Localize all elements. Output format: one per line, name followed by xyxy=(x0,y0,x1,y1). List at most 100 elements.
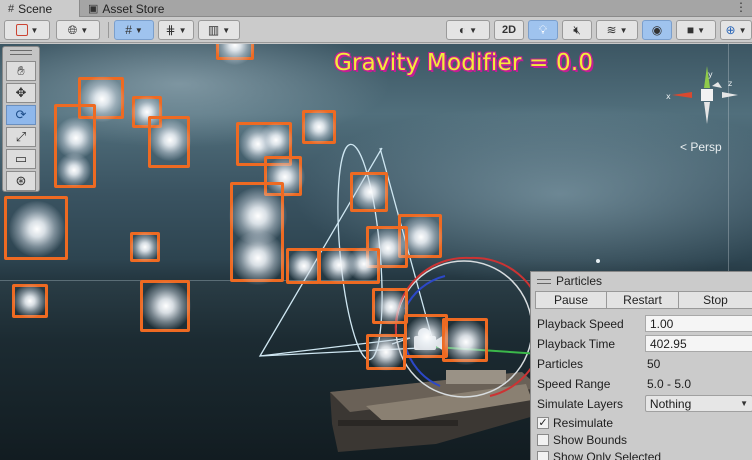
grid-snap-icon: # xyxy=(125,23,132,37)
move-tool-button[interactable]: ✥ xyxy=(6,83,36,103)
show-only-selected-row: Show Only Selected xyxy=(537,448,752,460)
audio-toggle[interactable]: 🔇︎ xyxy=(562,20,592,40)
chevron-down-icon: ▼ xyxy=(469,25,478,35)
particles-panel: Particles Pause Restart Stop Playback Sp… xyxy=(530,271,752,460)
rotate-tool-button[interactable]: ⟳ xyxy=(6,105,36,125)
checkmark-icon: ✓ xyxy=(538,416,548,429)
transform-tool-button[interactable]: ⊛ xyxy=(6,171,36,191)
chevron-down-icon: ▼ xyxy=(222,25,231,35)
globe-icon: 🌐︎ xyxy=(67,23,78,37)
simulate-layers-value: Nothing xyxy=(649,396,692,411)
particles-panel-title: Particles xyxy=(556,274,603,288)
scene-toolbar: ▼ 🌐︎ ▼ # ▼ ⋕ ▼ ▥ ▼ ◐ ▼ 2D 💡︎ 🔇︎ ≋ ▼ ◉ ■ ▼ ⊕ ▼ xyxy=(0,17,752,43)
tab-menu-button[interactable]: ⋮ xyxy=(735,0,748,14)
chevron-down-icon: ▼ xyxy=(30,25,39,35)
particle xyxy=(302,110,336,144)
chevron-down-icon: ▼ xyxy=(697,25,706,35)
particle xyxy=(350,172,389,212)
chevron-down-icon: ▼ xyxy=(134,25,143,35)
playback-time-row: Playback Time 402.95 xyxy=(537,334,752,353)
y-axis-label: y xyxy=(708,70,713,79)
palette-grip[interactable] xyxy=(10,50,32,55)
tools-palette: ✋︎ ✥ ⟳ ⤢ ▭ ⊛ xyxy=(2,46,40,192)
snap-increment-toggle[interactable]: ⋕ ▼ xyxy=(158,20,194,40)
particle xyxy=(148,116,191,168)
hand-tool-icon: ✋︎ xyxy=(17,63,25,78)
render-mode-dropdown[interactable]: 🌐︎ ▼ xyxy=(56,20,100,40)
scale-tool-icon: ⤢ xyxy=(15,129,27,144)
scale-tool-button[interactable]: ⤢ xyxy=(6,127,36,147)
draw-mode-icon xyxy=(15,24,28,36)
tab-asset-store[interactable]: ▣ Asset Store xyxy=(80,0,180,17)
playback-time-label: Playback Time xyxy=(537,336,616,351)
particle xyxy=(4,196,68,260)
light-bulb-icon: 💡︎ xyxy=(538,23,548,37)
particle xyxy=(318,247,381,284)
audio-mute-icon: 🔇︎ xyxy=(573,23,581,37)
rect-tool-button[interactable]: ▭ xyxy=(6,149,36,169)
projection-label[interactable]: < Persp xyxy=(680,140,722,154)
particle xyxy=(140,280,191,332)
chevron-down-icon: ▼ xyxy=(740,399,748,408)
particles-count-value: 50 xyxy=(647,356,661,371)
resimulate-checkbox[interactable]: ✓ xyxy=(537,416,549,429)
particle xyxy=(130,232,160,262)
resimulate-row: ✓ Resimulate xyxy=(537,414,752,431)
particle xyxy=(12,284,48,318)
resimulate-label: Resimulate xyxy=(553,415,614,430)
particles-panel-header[interactable]: Particles xyxy=(531,272,752,290)
orientation-gizmo[interactable]: y x z xyxy=(664,62,750,152)
shopping-bag-icon: ▣ xyxy=(88,3,99,15)
hidden-objects-toggle[interactable]: ◉ xyxy=(642,20,672,40)
playback-speed-field[interactable]: 1.00 xyxy=(644,315,752,332)
particle xyxy=(215,44,255,65)
playback-buttons: Pause Restart Stop xyxy=(535,291,752,309)
editor-tab-bar: # Scene ▣ Asset Store ⋮ xyxy=(0,0,752,17)
tab-scene-label: Scene xyxy=(18,1,53,16)
tab-scene[interactable]: # Scene xyxy=(0,0,80,17)
draw-mode-dropdown[interactable]: ▼ xyxy=(4,20,50,40)
particle xyxy=(54,104,97,188)
playback-speed-label: Playback Speed xyxy=(537,316,624,331)
simulate-layers-select[interactable]: Nothing ▼ xyxy=(644,395,752,412)
visibility-icon: ◉ xyxy=(651,23,663,37)
tab-asset-store-label: Asset Store xyxy=(102,1,165,16)
chevron-down-icon: ▼ xyxy=(619,25,628,35)
simulate-layers-label: Simulate Layers xyxy=(537,396,624,411)
ruler-icon: ▥ xyxy=(207,23,220,37)
gizmos-dropdown[interactable]: ⊕ ▼ xyxy=(720,20,752,40)
speed-range-value: 5.0 - 5.0 xyxy=(647,376,692,391)
particle xyxy=(229,182,287,285)
x-axis-label: x xyxy=(666,92,671,101)
mode-2d-toggle[interactable]: 2D xyxy=(494,20,524,40)
shading-icon: ◐ xyxy=(458,23,467,37)
speed-range-row: Speed Range 5.0 - 5.0 xyxy=(537,374,752,393)
show-bounds-label: Show Bounds xyxy=(553,432,628,447)
show-only-selected-checkbox[interactable] xyxy=(537,450,549,460)
camera-icon: ■ xyxy=(686,23,695,37)
effects-dropdown[interactable]: ≋ ▼ xyxy=(596,20,638,40)
chevron-down-icon: ▼ xyxy=(738,25,747,35)
playback-speed-row: Playback Speed 1.00 xyxy=(537,314,752,333)
gizmos-icon: ⊕ xyxy=(725,23,736,37)
chevron-down-icon: ▼ xyxy=(80,25,89,35)
move-tool-icon: ✥ xyxy=(15,85,27,100)
chevron-down-icon: ▼ xyxy=(178,25,187,35)
mode-2d-label: 2D xyxy=(501,24,517,36)
restart-button[interactable]: Restart xyxy=(607,291,679,309)
show-bounds-checkbox[interactable] xyxy=(537,433,549,446)
gravity-modifier-overlay: Gravity Modifier = 0.0 xyxy=(334,50,594,76)
shading-dropdown[interactable]: ◐ ▼ xyxy=(446,20,490,40)
hand-tool-button[interactable]: ✋︎ xyxy=(6,61,36,81)
show-bounds-row: Show Bounds xyxy=(537,431,752,448)
grid-snap-toggle[interactable]: # ▼ xyxy=(114,20,154,40)
camera-dropdown[interactable]: ■ ▼ xyxy=(676,20,716,40)
lighting-toggle[interactable]: 💡︎ xyxy=(528,20,558,40)
light-source xyxy=(596,259,600,263)
pause-button[interactable]: Pause xyxy=(535,291,607,309)
ruler-toggle[interactable]: ▥ ▼ xyxy=(198,20,240,40)
playback-time-field[interactable]: 402.95 xyxy=(644,335,752,352)
stop-button[interactable]: Stop xyxy=(679,291,752,309)
z-axis-label: z xyxy=(728,79,732,88)
rect-tool-icon: ▭ xyxy=(14,151,28,166)
